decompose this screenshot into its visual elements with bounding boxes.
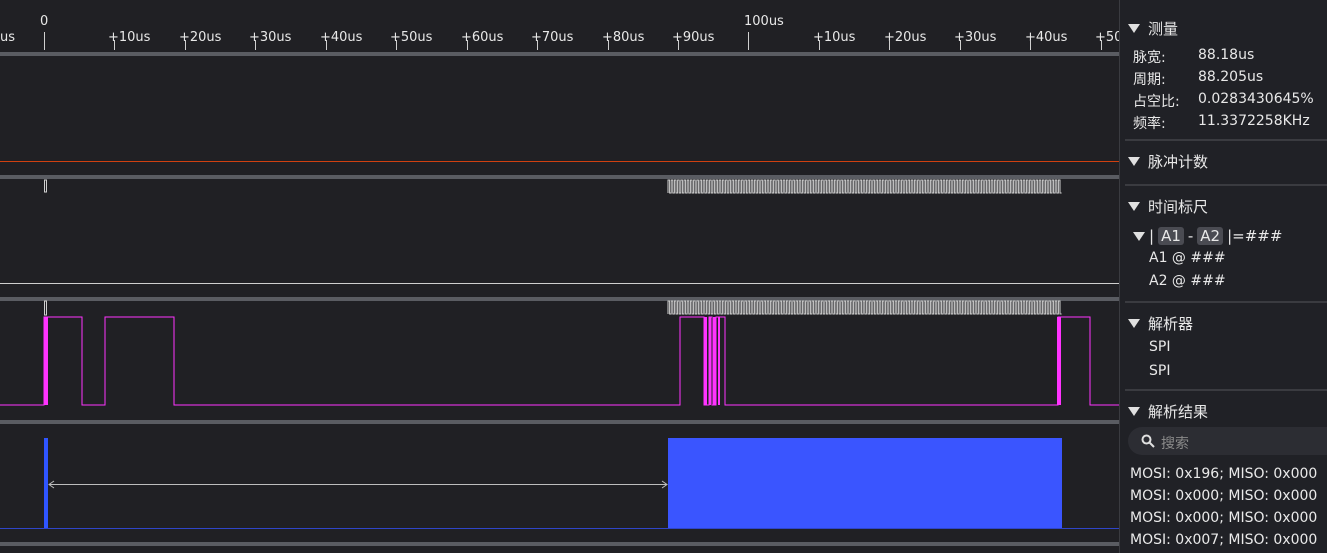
measure-label: 占空比: bbox=[1133, 94, 1180, 110]
collapse-triangle-icon[interactable] bbox=[1128, 202, 1140, 211]
measure-value: 0.0283430645% bbox=[1198, 91, 1314, 107]
time-ruler-formula[interactable]: | A1 - A2 |=### bbox=[1133, 227, 1282, 245]
channel-3-edge bbox=[1057, 317, 1061, 405]
decoder-item[interactable]: SPI bbox=[1149, 339, 1170, 355]
collapse-triangle-icon[interactable] bbox=[1128, 319, 1140, 328]
channel-3-clock-burst bbox=[667, 300, 1062, 315]
time-ruler-title: 时间标尺 bbox=[1148, 198, 1209, 216]
channel-3-trace bbox=[0, 316, 1119, 406]
search-icon bbox=[1141, 434, 1155, 448]
channel-3-edge bbox=[713, 317, 716, 405]
time-ruler-header[interactable]: 时间标尺 bbox=[1128, 196, 1208, 217]
collapse-triangle-icon[interactable] bbox=[1128, 407, 1140, 416]
formula-dash: - bbox=[1187, 227, 1194, 245]
measure-label: 周期: bbox=[1133, 72, 1166, 88]
channel-3-edge bbox=[709, 317, 711, 405]
measure-row: 频率: 11.3372258KHz bbox=[1133, 113, 1310, 133]
measure-row: 脉宽: 88.18us bbox=[1133, 47, 1254, 67]
pulse-count-header[interactable]: 脉冲计数 bbox=[1128, 151, 1208, 172]
results-search-input[interactable]: 搜索 bbox=[1128, 427, 1327, 455]
formula-result: |=### bbox=[1227, 227, 1283, 245]
formula-bar: | bbox=[1149, 227, 1155, 245]
channel-4-marker bbox=[44, 438, 48, 528]
decoder-item[interactable]: SPI bbox=[1149, 363, 1170, 379]
section-divider bbox=[1125, 389, 1327, 391]
section-divider bbox=[1125, 301, 1327, 303]
a2-line[interactable]: A2 @ ### bbox=[1149, 273, 1226, 289]
results-header[interactable]: 解析结果 bbox=[1128, 401, 1208, 422]
measure-title: 测量 bbox=[1148, 20, 1179, 38]
measure-row: 周期: 88.205us bbox=[1133, 69, 1263, 89]
a1-line[interactable]: A1 @ ### bbox=[1149, 250, 1226, 266]
section-divider bbox=[1125, 139, 1327, 141]
result-row[interactable]: MOSI: 0x196; MISO: 0x000 bbox=[1130, 466, 1317, 482]
search-placeholder: 搜索 bbox=[1161, 436, 1189, 452]
channel-3-edge bbox=[704, 317, 707, 405]
measure-row: 占空比: 0.0283430645% bbox=[1133, 91, 1314, 111]
result-row[interactable]: MOSI: 0x000; MISO: 0x000 bbox=[1130, 488, 1317, 504]
pulse-count-title: 脉冲计数 bbox=[1148, 153, 1209, 171]
waveform-svg bbox=[0, 161, 1119, 529]
measure-label: 频率: bbox=[1133, 116, 1166, 132]
section-divider bbox=[1125, 184, 1327, 186]
channel-2-pulse bbox=[44, 179, 47, 193]
results-title: 解析结果 bbox=[1148, 403, 1209, 421]
a1-tag[interactable]: A1 bbox=[1158, 227, 1184, 245]
measure-label: 脉宽: bbox=[1133, 50, 1166, 66]
channel-2-clock-burst bbox=[667, 179, 1062, 194]
collapse-triangle-icon[interactable] bbox=[1128, 24, 1140, 33]
measure-value: 11.3372258KHz bbox=[1198, 113, 1310, 129]
measure-value: 88.18us bbox=[1198, 47, 1255, 63]
clock-burst-path bbox=[667, 300, 1062, 315]
waveform-area[interactable]: us 0 +10us +20us +30us +40us +50us +60us… bbox=[0, 0, 1119, 553]
decoders-title: 解析器 bbox=[1148, 315, 1194, 333]
clock-burst-path bbox=[667, 179, 1062, 194]
measure-value: 88.205us bbox=[1198, 69, 1264, 85]
measure-header[interactable]: 测量 bbox=[1128, 18, 1178, 39]
channel-3-edge bbox=[44, 317, 48, 405]
channel-4-block bbox=[668, 438, 1062, 528]
decoders-header[interactable]: 解析器 bbox=[1128, 313, 1193, 334]
result-row[interactable]: MOSI: 0x007; MISO: 0x000 bbox=[1130, 532, 1317, 548]
collapse-triangle-icon[interactable] bbox=[1133, 231, 1145, 241]
channel-3-edge bbox=[718, 317, 720, 405]
collapse-triangle-icon[interactable] bbox=[1128, 157, 1140, 166]
a2-tag[interactable]: A2 bbox=[1197, 227, 1224, 245]
channel-3-pulse-small bbox=[44, 300, 47, 316]
side-panel: 测量 脉宽: 88.18us 周期: 88.205us 占空比: 0.02834306… bbox=[1119, 0, 1327, 553]
result-row[interactable]: MOSI: 0x000; MISO: 0x000 bbox=[1130, 510, 1317, 526]
